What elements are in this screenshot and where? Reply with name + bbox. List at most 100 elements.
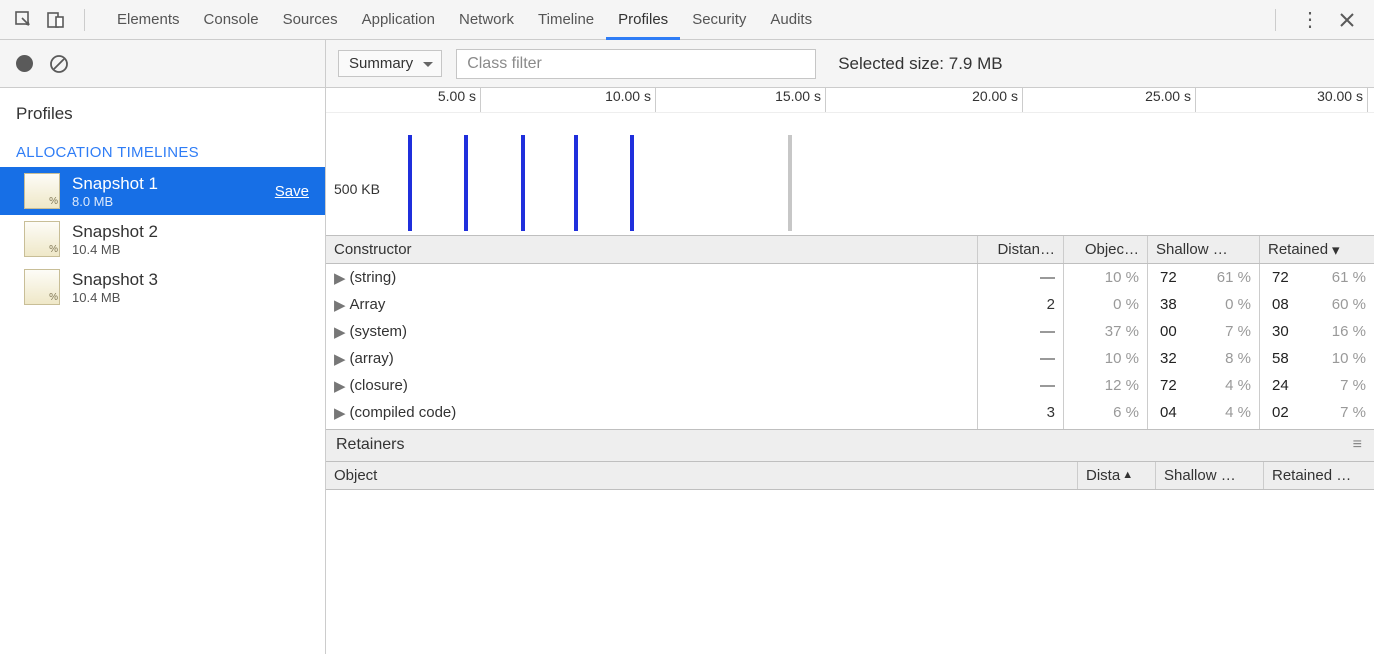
expand-icon[interactable]: ▶ xyxy=(334,350,346,368)
shallow-pct: 4 % xyxy=(1225,404,1251,421)
timeline-bar xyxy=(521,135,525,231)
tab-timeline[interactable]: Timeline xyxy=(526,0,606,40)
sort-desc-icon: ▾ xyxy=(1332,241,1340,259)
constructor-name: (closure) xyxy=(350,377,408,394)
inspect-icon[interactable] xyxy=(14,10,34,30)
expand-icon[interactable]: ▶ xyxy=(334,296,346,314)
sidebar-section-title: ALLOCATION TIMELINES xyxy=(0,130,325,167)
snapshot-text: Snapshot 310.4 MB xyxy=(72,270,158,305)
objects-pct: 37 % xyxy=(1105,323,1139,340)
retainers-bar: Retainers ≡ xyxy=(326,430,1374,462)
top-right-tools: ⋮ xyxy=(1269,7,1374,32)
shallow-pct: 4 % xyxy=(1225,377,1251,394)
separator xyxy=(1275,9,1276,31)
constructor-name: Array xyxy=(350,296,386,313)
retained-num: 58 xyxy=(1268,350,1289,367)
objects-pct: 10 % xyxy=(1105,269,1139,286)
th-objects[interactable]: Objec… xyxy=(1064,236,1148,263)
main-area: Summary Selected size: 7.9 MB 5.00 s10.0… xyxy=(326,40,1374,654)
expand-icon[interactable]: ▶ xyxy=(334,404,346,422)
th-ret-distance-label: Dista xyxy=(1086,467,1120,484)
snapshot-item[interactable]: %Snapshot 210.4 MB xyxy=(0,215,325,263)
devtools-tab-bar: ElementsConsoleSourcesApplicationNetwork… xyxy=(0,0,1374,40)
devtools-tabs: ElementsConsoleSourcesApplicationNetwork… xyxy=(105,0,824,40)
objects-pct: 10 % xyxy=(1105,350,1139,367)
tab-profiles[interactable]: Profiles xyxy=(606,0,680,40)
retained-num: 02 xyxy=(1268,404,1289,421)
tab-elements[interactable]: Elements xyxy=(105,0,192,40)
constructor-table-header: Constructor Distan… Objec… Shallow … Ret… xyxy=(326,236,1374,264)
clear-icon[interactable] xyxy=(49,54,69,74)
distance-value: — xyxy=(1040,323,1055,340)
tab-console[interactable]: Console xyxy=(192,0,271,40)
shallow-pct: 8 % xyxy=(1225,350,1251,367)
retained-num: 08 xyxy=(1268,296,1289,313)
tab-sources[interactable]: Sources xyxy=(271,0,350,40)
tab-security[interactable]: Security xyxy=(680,0,758,40)
snapshot-name: Snapshot 1 xyxy=(72,174,158,194)
tab-audits[interactable]: Audits xyxy=(758,0,824,40)
snapshot-size: 10.4 MB xyxy=(72,290,158,305)
th-ret-shallow[interactable]: Shallow … xyxy=(1156,462,1264,489)
shallow-pct: 7 % xyxy=(1225,323,1251,340)
retainers-menu-icon[interactable]: ≡ xyxy=(1353,436,1364,454)
view-mode-label: Summary xyxy=(349,55,413,72)
allocation-timeline[interactable]: 5.00 s10.00 s15.00 s20.00 s25.00 s30.00 … xyxy=(326,88,1374,236)
retained-pct: 60 % xyxy=(1332,296,1366,313)
retainers-body xyxy=(326,490,1374,654)
objects-pct: 12 % xyxy=(1105,377,1139,394)
constructor-row[interactable]: ▶(compiled code)36 %044 %027 % xyxy=(326,399,1374,426)
sidebar-body: Profiles ALLOCATION TIMELINES %Snapshot … xyxy=(0,88,325,654)
view-mode-select[interactable]: Summary xyxy=(338,50,442,77)
retained-num: 30 xyxy=(1268,323,1289,340)
distance-value: — xyxy=(1040,269,1055,286)
record-icon[interactable] xyxy=(16,55,33,72)
sidebar-title: Profiles xyxy=(0,94,325,130)
shallow-num: 38 xyxy=(1156,296,1177,313)
distance-value: — xyxy=(1040,350,1055,367)
th-constructor[interactable]: Constructor xyxy=(326,236,978,263)
timeline-graph: 500 KB xyxy=(326,112,1374,235)
snapshot-text: Snapshot 210.4 MB xyxy=(72,222,158,257)
snapshot-save-link[interactable]: Save xyxy=(275,183,309,200)
constructor-row[interactable]: ▶(array)—10 %328 %5810 % xyxy=(326,345,1374,372)
class-filter-input[interactable] xyxy=(456,49,816,79)
timeline-bar xyxy=(574,135,578,231)
th-ret-retained[interactable]: Retained … xyxy=(1264,462,1374,489)
retained-pct: 7 % xyxy=(1340,377,1366,394)
retained-num: 24 xyxy=(1268,377,1289,394)
constructor-row[interactable]: ▶Array20 %380 %0860 % xyxy=(326,291,1374,318)
timeline-bar xyxy=(408,135,412,231)
distance-value: 3 xyxy=(1047,404,1055,421)
timeline-y-label: 500 KB xyxy=(334,181,380,197)
expand-icon[interactable]: ▶ xyxy=(334,323,346,341)
close-icon[interactable] xyxy=(1338,11,1356,29)
expand-icon[interactable]: ▶ xyxy=(334,269,346,287)
kebab-menu-icon[interactable]: ⋮ xyxy=(1300,7,1320,32)
constructor-name: (compiled code) xyxy=(350,404,457,421)
snapshot-item[interactable]: % Snapshot 310.4 MB xyxy=(0,263,325,311)
retained-pct: 7 % xyxy=(1340,404,1366,421)
tab-application[interactable]: Application xyxy=(350,0,447,40)
retained-pct: 61 % xyxy=(1332,269,1366,286)
sidebar-toolbar xyxy=(0,40,325,88)
device-toggle-icon[interactable] xyxy=(46,10,66,30)
timeline-tick: 30.00 s xyxy=(326,88,1368,112)
separator xyxy=(84,9,85,31)
snapshot-icon: % xyxy=(24,269,60,305)
shallow-pct: 61 % xyxy=(1217,269,1251,286)
expand-icon[interactable]: ▶ xyxy=(334,377,346,395)
constructor-row[interactable]: ▶(closure)—12 %724 %247 % xyxy=(326,372,1374,399)
timeline-bar xyxy=(788,135,792,231)
th-ret-object[interactable]: Object xyxy=(326,462,1078,489)
snapshot-item[interactable]: %Snapshot 18.0 MBSave xyxy=(0,167,325,215)
th-ret-distance[interactable]: Dista ▲ xyxy=(1078,462,1156,489)
shallow-num: 72 xyxy=(1156,269,1177,286)
tab-network[interactable]: Network xyxy=(447,0,526,40)
th-shallow[interactable]: Shallow … xyxy=(1148,236,1260,263)
constructor-row[interactable]: ▶(system)—37 %007 %3016 % xyxy=(326,318,1374,345)
th-distance[interactable]: Distan… xyxy=(978,236,1064,263)
constructor-row[interactable]: ▶(string)—10 %7261 %7261 % xyxy=(326,264,1374,291)
constructor-table-body: ▶(string)—10 %7261 %7261 %▶Array20 %380 … xyxy=(326,264,1374,430)
th-retained[interactable]: Retained ▾ xyxy=(1260,236,1374,263)
